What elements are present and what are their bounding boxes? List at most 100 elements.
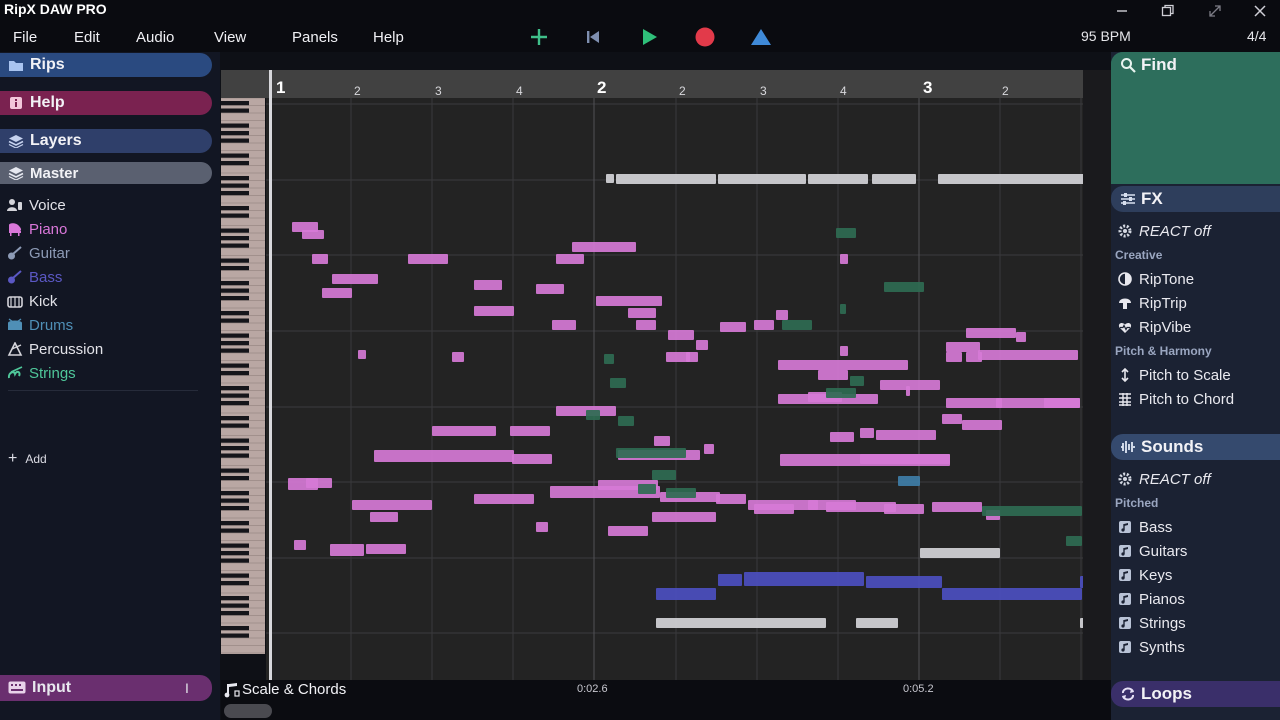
drums-icon	[6, 317, 24, 333]
timeline-ruler[interactable]	[221, 70, 1083, 98]
editor-scroll-zone[interactable]	[1083, 70, 1111, 680]
expand-icon	[1209, 5, 1221, 17]
sounds-header[interactable]: Sounds	[1111, 434, 1280, 460]
layer-drums[interactable]: Drums	[6, 314, 73, 336]
black-key	[221, 423, 249, 428]
black-key	[221, 633, 249, 638]
playhead[interactable]	[269, 70, 272, 682]
restore-button[interactable]	[1145, 0, 1191, 22]
time-signature[interactable]: 4/4	[1247, 28, 1266, 44]
piano-keyboard[interactable]	[221, 97, 265, 654]
menu-view[interactable]: View	[214, 29, 246, 46]
horizontal-scrollbar[interactable]	[224, 704, 272, 718]
layer-voice[interactable]: Voice	[6, 194, 66, 216]
fx-item-label: RipTone	[1139, 270, 1195, 288]
menu-edit[interactable]: Edit	[74, 29, 100, 46]
sound-item[interactable]: Synths	[1117, 637, 1185, 657]
beat-number: 3	[760, 84, 767, 98]
black-key	[221, 348, 249, 353]
sound-item[interactable]: Strings	[1117, 613, 1186, 633]
piano-note	[946, 398, 1002, 408]
help-header[interactable]: Help	[0, 91, 212, 115]
search-icon	[1119, 57, 1137, 73]
bass-note	[866, 576, 942, 588]
layer-percussion[interactable]: Percussion	[6, 338, 103, 360]
note-editor[interactable]	[266, 98, 1084, 680]
input-header[interactable]: Input	[0, 675, 212, 701]
minimize-button[interactable]	[1099, 0, 1145, 22]
fx-pitch-to-chord[interactable]: Pitch to Chord	[1117, 389, 1234, 409]
sound-item[interactable]: Keys	[1117, 565, 1172, 585]
voice-note	[920, 548, 1000, 558]
rips-header[interactable]: Rips	[0, 53, 212, 77]
left-panel: Rips Help Layers Master Voice Piano Guit…	[0, 52, 220, 720]
tune-button[interactable]	[749, 26, 773, 48]
black-key	[221, 498, 249, 503]
scale-chords-button[interactable]: Scale & Chords	[224, 681, 346, 698]
fx-pitch-to-scale[interactable]: Pitch to Scale	[1117, 365, 1231, 385]
black-key	[221, 266, 249, 271]
sound-item[interactable]: Pianos	[1117, 589, 1185, 609]
beat-number: 2	[679, 84, 686, 98]
piano-note	[754, 504, 794, 514]
beat-number: 3	[435, 84, 442, 98]
play-button[interactable]	[637, 26, 661, 48]
piano-note	[474, 306, 514, 316]
strings-note	[652, 470, 676, 480]
piano-note	[330, 544, 364, 556]
music-folder-icon	[1117, 567, 1133, 583]
plus-icon	[531, 29, 547, 45]
add-layer-button[interactable]: + Add	[8, 450, 47, 468]
black-key	[221, 131, 249, 136]
sound-item-label: Synths	[1139, 638, 1185, 656]
black-key	[221, 363, 249, 368]
sounds-react-toggle[interactable]: REACT off	[1117, 469, 1211, 489]
fx-react-toggle[interactable]: REACT off	[1117, 221, 1211, 241]
record-button[interactable]	[693, 26, 717, 48]
find-header[interactable]: Find	[1111, 52, 1280, 78]
layer-piano[interactable]: Piano	[6, 218, 67, 240]
fx-label: FX	[1141, 189, 1163, 208]
menu-file[interactable]: File	[13, 29, 37, 46]
add-button[interactable]	[527, 26, 551, 48]
black-key	[221, 258, 249, 263]
menu-help[interactable]: Help	[373, 29, 404, 46]
loops-header[interactable]: Loops	[1111, 681, 1280, 707]
note-grid[interactable]	[266, 98, 1084, 680]
ripx-window: RipX DAW PRO File Edit Audio View Panels…	[0, 0, 1280, 720]
sound-item[interactable]: Bass	[1117, 517, 1172, 537]
layer-bass[interactable]: Bass	[6, 266, 62, 288]
layer-label: Strings	[29, 364, 76, 382]
menu-panels[interactable]: Panels	[292, 29, 338, 46]
master-layer[interactable]: Master	[0, 162, 212, 184]
rewind-button[interactable]	[581, 26, 605, 48]
black-key	[221, 491, 249, 496]
fx-header[interactable]: FX	[1111, 186, 1280, 212]
black-key	[221, 108, 249, 113]
piano-note	[556, 254, 584, 264]
layers-header[interactable]: Layers	[0, 129, 212, 153]
piano-note	[374, 450, 514, 462]
fx-riptone[interactable]: RipTone	[1117, 269, 1194, 289]
bar-number: 3	[923, 78, 933, 97]
fx-riptrip[interactable]: RipTrip	[1117, 293, 1187, 313]
heart-pulse-icon	[1117, 319, 1133, 335]
fx-category: Creative	[1115, 248, 1163, 262]
close-button[interactable]	[1237, 0, 1280, 22]
layer-guitar[interactable]: Guitar	[6, 242, 70, 264]
layer-strings[interactable]: Strings	[6, 362, 76, 384]
sound-item[interactable]: Guitars	[1117, 541, 1187, 561]
black-key	[221, 296, 249, 301]
piano-note	[778, 360, 908, 370]
strings-note	[610, 378, 626, 388]
fullscreen-button[interactable]	[1192, 0, 1238, 22]
fx-ripvibe[interactable]: RipVibe	[1117, 317, 1191, 337]
voice-note	[856, 618, 898, 628]
help-label: Help	[30, 94, 65, 111]
record-icon	[695, 27, 715, 47]
menu-audio[interactable]: Audio	[136, 29, 174, 46]
tempo-display[interactable]: 95 BPM	[1081, 28, 1131, 44]
layer-kick[interactable]: Kick	[6, 290, 57, 312]
piano-keys[interactable]	[221, 97, 265, 654]
fx-category: Pitch & Harmony	[1115, 344, 1212, 358]
